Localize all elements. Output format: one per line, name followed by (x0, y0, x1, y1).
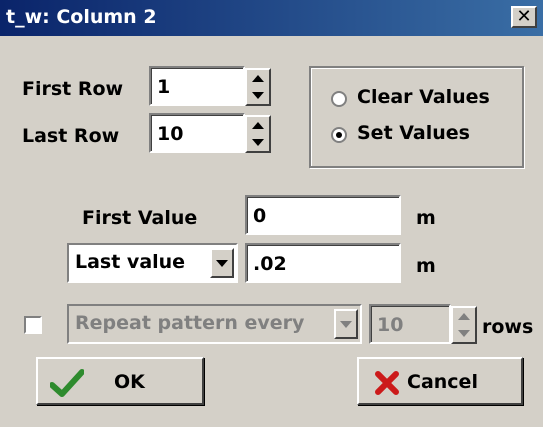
spin-down-icon[interactable] (247, 134, 269, 151)
set-values-label[interactable]: Set Values (357, 122, 470, 144)
spin-up-icon[interactable] (247, 117, 269, 134)
first-row-label: First Row (22, 78, 124, 100)
last-value-select-text: Last value (75, 251, 186, 273)
mode-group: Clear Values Set Values (309, 66, 524, 168)
first-value-label: First Value (82, 207, 198, 229)
title-bar[interactable]: t_w: Column 2 ✕ (0, 0, 543, 36)
radio-selected-dot (336, 132, 342, 138)
spin-down-icon[interactable] (453, 325, 475, 342)
last-value-input[interactable]: .02 (245, 243, 401, 283)
repeat-count-input[interactable]: 10 (369, 304, 451, 344)
window-title: t_w: Column 2 (6, 6, 157, 28)
first-value-unit: m (416, 207, 436, 229)
spin-up-icon[interactable] (247, 70, 269, 87)
close-icon: ✕ (516, 6, 532, 27)
chevron-down-icon[interactable] (334, 309, 358, 339)
clear-values-label[interactable]: Clear Values (357, 86, 490, 108)
last-row-input[interactable]: 10 (149, 113, 245, 153)
repeat-pattern-select[interactable]: Repeat pattern every (67, 304, 362, 344)
last-value-select[interactable]: Last value (67, 243, 238, 283)
close-button[interactable]: ✕ (511, 6, 537, 28)
first-row-spinner[interactable] (245, 68, 271, 106)
set-values-radio[interactable] (331, 127, 347, 143)
repeat-unit-label: rows (482, 316, 534, 338)
clear-values-radio[interactable] (331, 91, 347, 107)
dialog-window: t_w: Column 2 ✕ First Row 1 Last Row 10 … (0, 0, 543, 427)
repeat-count-spinner[interactable] (451, 306, 477, 344)
last-value-unit: m (416, 255, 436, 277)
cancel-button[interactable]: Cancel (357, 357, 523, 405)
ok-button[interactable]: OK (36, 357, 204, 405)
chevron-down-icon[interactable] (210, 248, 234, 278)
repeat-pattern-checkbox[interactable] (24, 316, 42, 334)
spin-down-icon[interactable] (247, 87, 269, 104)
checkmark-icon (50, 369, 84, 397)
repeat-pattern-select-text: Repeat pattern every (75, 312, 305, 334)
last-row-label: Last Row (22, 125, 120, 147)
cross-icon (375, 371, 399, 395)
spin-up-icon[interactable] (453, 308, 475, 325)
first-row-input[interactable]: 1 (149, 66, 245, 106)
last-row-spinner[interactable] (245, 115, 271, 153)
first-value-input[interactable]: 0 (245, 195, 401, 235)
ok-button-label: OK (114, 371, 145, 393)
cancel-button-label: Cancel (407, 371, 478, 393)
